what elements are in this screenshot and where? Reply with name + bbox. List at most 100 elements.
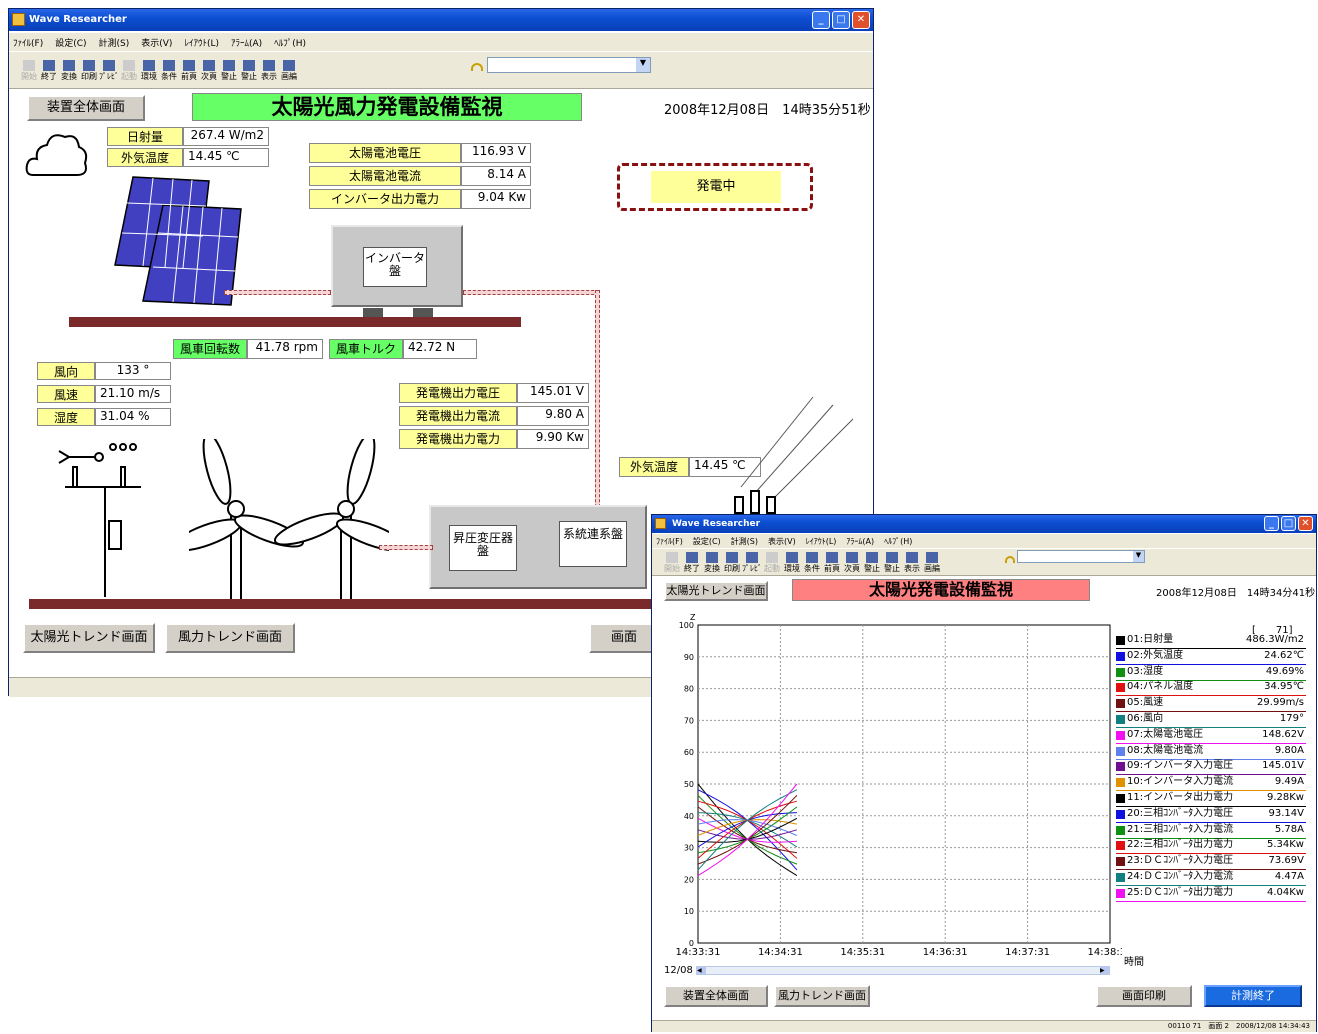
toolbar-button[interactable]: 前頁 (179, 59, 199, 81)
toolbar-button[interactable]: ﾌﾟﾚﾋﾞ (99, 59, 119, 81)
menu-item[interactable]: 計測(S) (99, 36, 130, 49)
toolbar-button[interactable]: 表示 (902, 551, 922, 573)
toolbar-button[interactable]: 表示 (259, 59, 279, 81)
toolbar-button[interactable]: 条件 (159, 59, 179, 81)
title-bar[interactable]: Wave Researcher _ □ ✕ (9, 9, 873, 31)
legend-item[interactable]: 06:風向 179° (1116, 712, 1306, 728)
h-scrollbar[interactable]: ◀ ▶ (696, 966, 1110, 975)
menu-bar: ﾌｧｲﾙ(F) 設定(C) 計測(S) 表示(V) ﾚｲｱｳﾄ(L) ｱﾗｰﾑ(A) ﾍﾙﾌ… (652, 534, 1316, 548)
legend-item[interactable]: 07:太陽電池電圧 148.62V (1116, 728, 1306, 744)
toolbar-button[interactable]: 次頁 (199, 59, 219, 81)
menu-item[interactable]: 表示(V) (768, 536, 796, 547)
toolbar-button[interactable]: 変換 (59, 59, 79, 81)
tool-icon (706, 551, 718, 563)
toolbar-button[interactable]: 開始 (19, 59, 39, 81)
menu-item[interactable]: ﾚｲｱｳﾄ(L) (806, 536, 837, 547)
menu-item[interactable]: ｱﾗｰﾑ(A) (846, 536, 874, 547)
menu-item[interactable]: 設定(C) (693, 536, 721, 547)
menu-item[interactable]: ﾍﾙﾌﾟ(H) (884, 536, 912, 547)
menu-item[interactable]: ﾌｧｲﾙ(F) (13, 36, 43, 49)
legend-item[interactable]: 02:外気温度 24.62℃ (1116, 649, 1306, 665)
toolbar-button[interactable]: 警止 (882, 551, 902, 573)
tool-label: 変換 (704, 563, 720, 573)
menu-item[interactable]: ｱﾗｰﾑ(A) (231, 36, 262, 49)
toolbar-button[interactable]: 前頁 (822, 551, 842, 573)
toolbar-button[interactable]: 次頁 (842, 551, 862, 573)
menu-item[interactable]: ﾍﾙﾌﾟ(H) (274, 36, 306, 49)
chevron-down-icon[interactable]: ▼ (636, 58, 650, 72)
menu-item[interactable]: 計測(S) (731, 536, 758, 547)
legend-label: 02:外気温度 (1127, 649, 1184, 661)
overview-button[interactable]: 装置全体画面 (664, 985, 768, 1007)
legend-item[interactable]: 01:日射量 486.3W/m2 (1116, 633, 1306, 649)
rotor-torque-value: 42.72 N (403, 339, 477, 359)
screen-select[interactable]: ▼ (487, 57, 651, 73)
close-button[interactable]: ✕ (1298, 516, 1313, 531)
y-tick-label: 80 (684, 685, 694, 694)
chevron-down-icon[interactable]: ▼ (1133, 551, 1144, 562)
maximize-button[interactable]: □ (832, 11, 850, 29)
toolbar-button[interactable]: 警止 (239, 59, 259, 81)
toolbar-button[interactable]: 環境 (782, 551, 802, 573)
toolbar-button[interactable]: ﾌﾟﾚﾋﾞ (742, 551, 762, 573)
maximize-button[interactable]: □ (1281, 516, 1296, 531)
wind-trend-button[interactable]: 風力トレンド画面 (774, 985, 870, 1007)
floor-bar (69, 317, 521, 327)
legend-item[interactable]: 09:インバータ入力電圧 145.01V (1116, 759, 1306, 776)
scroll-left-button[interactable]: ◀ (697, 967, 706, 974)
toolbar-button[interactable]: 変換 (702, 551, 722, 573)
menu-item[interactable]: ﾌｧｲﾙ(F) (656, 536, 683, 547)
tool-icon (926, 551, 938, 563)
irradiance-value: 267.4 W/m2 (183, 127, 269, 146)
title-bar[interactable]: Wave Researcher _ □ ✕ (652, 515, 1316, 533)
overview-button[interactable]: 装置全体画面 (27, 95, 145, 121)
toolbar-button[interactable]: 終了 (39, 59, 59, 81)
toolbar-button[interactable]: 起動 (119, 59, 139, 81)
toolbar-button[interactable]: 起動 (762, 551, 782, 573)
legend-item[interactable]: 03:湿度 49.69% (1116, 665, 1306, 681)
minimize-button[interactable]: _ (1264, 516, 1279, 531)
legend-item[interactable]: 24:ＤＣｺﾝﾊﾞｰﾀ入力電流 4.47A (1116, 870, 1306, 886)
legend-item[interactable]: 04:パネル温度 34.95℃ (1116, 680, 1306, 697)
menu-item[interactable]: ﾚｲｱｳﾄ(L) (184, 36, 219, 49)
screen-select[interactable]: ▼ (1017, 550, 1145, 563)
power-cable (463, 290, 599, 295)
screen-print-button[interactable]: 画面印刷 (1096, 985, 1192, 1007)
solar-trend-button[interactable]: 太陽光トレンド画面 (23, 623, 155, 653)
minimize-button[interactable]: _ (812, 11, 830, 29)
screen-print-button[interactable]: 画面 (589, 623, 659, 653)
toolbar-button[interactable]: 画編 (922, 551, 942, 573)
menu-item[interactable]: 設定(C) (55, 36, 86, 49)
legend-value: 486.3W/m2 (1246, 634, 1304, 645)
legend-item[interactable]: 25:ＤＣｺﾝﾊﾞｰﾀ出力電力 4.04Kw (1116, 886, 1306, 902)
toolbar-button[interactable]: 終了 (682, 551, 702, 573)
toolbar-button[interactable]: 印刷 (79, 59, 99, 81)
legend-item[interactable]: 08:太陽電池電流 9.80A (1116, 744, 1306, 760)
solar-trend-button[interactable]: 太陽光トレンド画面 (664, 581, 768, 601)
close-button[interactable]: ✕ (852, 11, 870, 29)
toolbar-button[interactable]: 警止 (219, 59, 239, 81)
tool-label: 前頁 (181, 71, 197, 81)
legend-item[interactable]: 20:三相ｺﾝﾊﾞｰﾀ入力電圧 93.14V (1116, 807, 1306, 823)
legend-item[interactable]: 11:インバータ出力電力 9.28Kw (1116, 791, 1306, 807)
toolbar-button[interactable]: 画編 (279, 59, 299, 81)
selector-icon (471, 63, 483, 71)
legend-label: 05:風速 (1127, 697, 1164, 709)
toolbar-button[interactable]: 警止 (862, 551, 882, 573)
legend-item[interactable]: 23:ＤＣｺﾝﾊﾞｰﾀ入力電圧 73.69V (1116, 854, 1306, 871)
toolbar-button[interactable]: 印刷 (722, 551, 742, 573)
stop-measure-button[interactable]: 計測終了 (1204, 985, 1302, 1007)
legend-item[interactable]: 05:風速 29.99m/s (1116, 696, 1306, 713)
legend-item[interactable]: 21:三相ｺﾝﾊﾞｰﾀ入力電流 5.78A (1116, 823, 1306, 839)
wind-direction-value: 133 ° (95, 362, 171, 380)
tool-label: 起動 (121, 71, 137, 81)
legend-item[interactable]: 10:インバータ入力電流 9.49A (1116, 775, 1306, 792)
legend-item[interactable]: 22:三相ｺﾝﾊﾞｰﾀ出力電力 5.34Kw (1116, 838, 1306, 855)
tool-label: 前頁 (824, 563, 840, 573)
scroll-right-button[interactable]: ▶ (1100, 967, 1109, 974)
toolbar-button[interactable]: 開始 (662, 551, 682, 573)
wind-trend-button[interactable]: 風力トレンド画面 (165, 623, 295, 653)
toolbar-button[interactable]: 環境 (139, 59, 159, 81)
toolbar-button[interactable]: 条件 (802, 551, 822, 573)
menu-item[interactable]: 表示(V) (141, 36, 172, 49)
